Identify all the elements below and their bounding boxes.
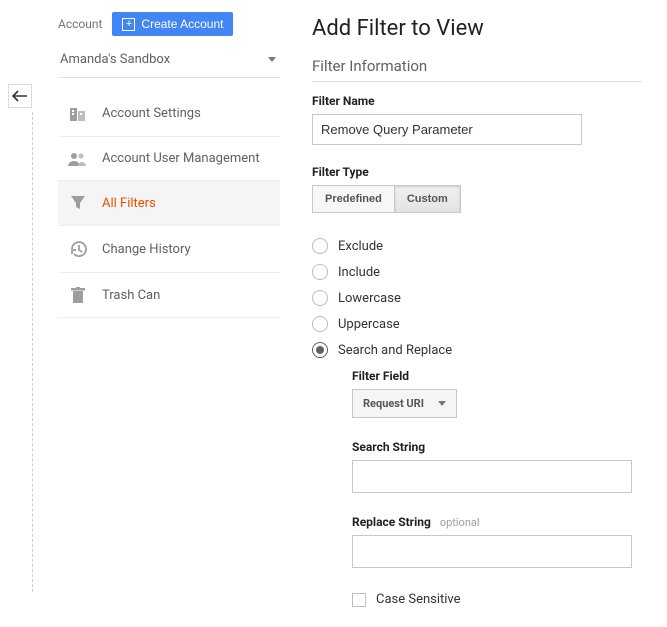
account-label: Account — [58, 17, 102, 31]
people-icon — [68, 152, 88, 166]
filter-field-dropdown[interactable]: Request URI — [352, 389, 457, 418]
checkbox-icon — [352, 593, 366, 607]
sidebar-item-label: Change History — [102, 242, 191, 257]
radio-label: Uppercase — [338, 317, 400, 332]
filter-type-tabs: Predefined Custom — [312, 185, 461, 213]
create-account-button[interactable]: + Create Account — [112, 12, 233, 36]
radio-label: Lowercase — [338, 291, 401, 306]
optional-hint: optional — [440, 516, 480, 529]
chevron-down-icon — [268, 57, 276, 62]
vertical-divider — [32, 112, 33, 592]
sidebar-item-label: Account User Management — [102, 151, 260, 166]
radio-lowercase[interactable]: Lowercase — [312, 285, 642, 311]
replace-string-input[interactable] — [352, 535, 632, 568]
radio-exclude[interactable]: Exclude — [312, 233, 642, 259]
radio-include[interactable]: Include — [312, 259, 642, 285]
radio-icon — [312, 264, 328, 280]
funnel-icon — [68, 195, 88, 211]
sidebar-item-all-filters[interactable]: All Filters — [58, 181, 280, 226]
replace-string-label: Replace String optional — [352, 515, 642, 529]
tab-custom[interactable]: Custom — [394, 186, 460, 212]
history-icon — [68, 240, 88, 258]
radio-icon — [312, 316, 328, 332]
create-account-label: Create Account — [141, 17, 223, 31]
sidebar-item-label: Trash Can — [102, 288, 160, 303]
page-title: Add Filter to View — [312, 16, 642, 41]
radio-label: Search and Replace — [338, 343, 452, 358]
tab-predefined[interactable]: Predefined — [313, 186, 394, 212]
radio-icon — [312, 238, 328, 254]
sidebar-item-label: All Filters — [102, 196, 156, 211]
filter-name-label: Filter Name — [312, 94, 642, 108]
building-icon — [68, 104, 88, 122]
case-sensitive-checkbox[interactable]: Case Sensitive — [352, 592, 642, 607]
search-replace-subsection: Filter Field Request URI Search String R… — [352, 369, 642, 607]
section-heading: Filter Information — [312, 57, 642, 82]
radio-icon-selected — [312, 342, 328, 358]
sidebar-item-trash-can[interactable]: Trash Can — [58, 273, 280, 318]
radio-label: Exclude — [338, 239, 383, 254]
radio-icon — [312, 290, 328, 306]
account-picker-label: Amanda's Sandbox — [60, 52, 170, 67]
chevron-down-icon — [438, 401, 446, 406]
sidebar-item-change-history[interactable]: Change History — [58, 226, 280, 273]
sidebar-item-label: Account Settings — [102, 106, 201, 121]
main-content: Add Filter to View Filter Information Fi… — [312, 16, 642, 627]
search-string-input[interactable] — [352, 460, 632, 493]
filter-name-input[interactable] — [312, 114, 582, 145]
trash-icon — [68, 287, 88, 303]
search-string-label: Search String — [352, 440, 642, 454]
back-button[interactable] — [8, 84, 32, 108]
back-arrow-icon — [12, 90, 28, 102]
filter-type-label: Filter Type — [312, 165, 642, 179]
radio-uppercase[interactable]: Uppercase — [312, 311, 642, 337]
account-picker[interactable]: Amanda's Sandbox — [58, 44, 280, 78]
sidebar-menu: Account Settings Account User Management… — [58, 90, 280, 318]
case-sensitive-label: Case Sensitive — [376, 592, 461, 607]
filter-field-label: Filter Field — [352, 369, 642, 383]
radio-label: Include — [338, 265, 380, 280]
sidebar-item-user-management[interactable]: Account User Management — [58, 137, 280, 181]
sidebar-item-account-settings[interactable]: Account Settings — [58, 90, 280, 137]
radio-search-replace[interactable]: Search and Replace — [312, 337, 642, 363]
custom-filter-radios: Exclude Include Lowercase Uppercase Sear… — [312, 233, 642, 607]
sidebar: Account + Create Account Amanda's Sandbo… — [58, 8, 280, 318]
filter-field-value: Request URI — [363, 397, 424, 410]
plus-icon: + — [122, 18, 135, 31]
